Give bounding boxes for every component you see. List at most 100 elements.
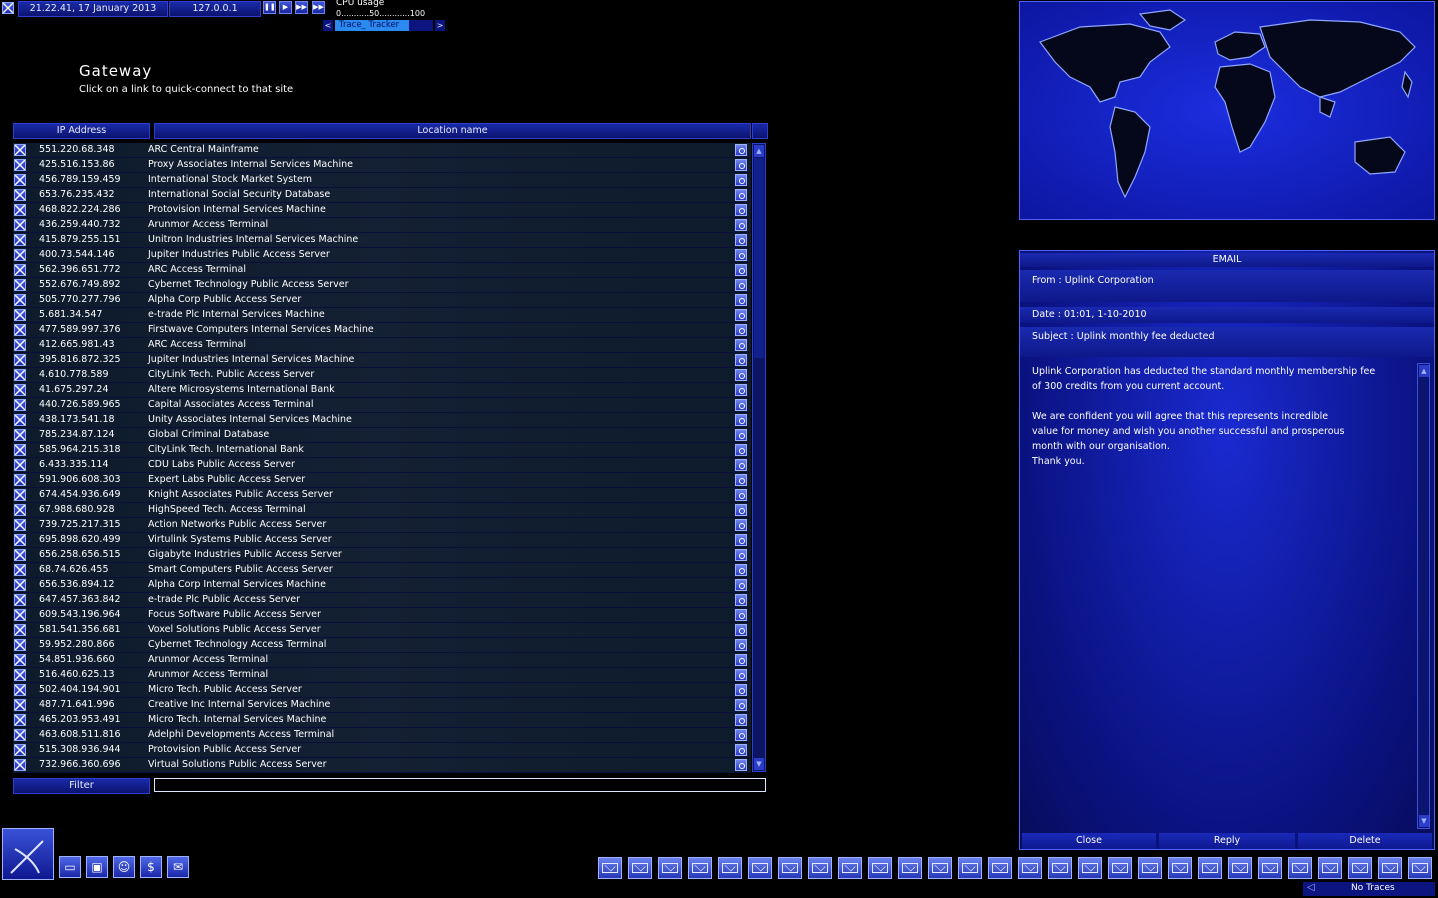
gateway-row[interactable]: 516.460.625.13 Arunmor Access Terminal <box>13 668 751 683</box>
message-icon[interactable] <box>1378 857 1402 879</box>
email-close-button[interactable]: Close <box>1022 833 1156 849</box>
delete-link-icon[interactable] <box>14 429 26 441</box>
gateway-row[interactable]: 785.234.87.124 Global Criminal Database <box>13 428 751 443</box>
row-ip[interactable]: 468.822.224.286 <box>39 204 121 215</box>
gateway-row[interactable]: 5.681.34.547 e-trade Plc Internal Service… <box>13 308 751 323</box>
row-location[interactable]: Virtulink Systems Public Access Server <box>148 534 332 545</box>
gateway-row[interactable]: 477.589.997.376 Firstwave Computers Inter… <box>13 323 751 338</box>
gateway-row[interactable]: 436.259.440.732 Arunmor Access Terminal <box>13 218 751 233</box>
row-ip[interactable]: 440.726.589.965 <box>39 399 121 410</box>
row-location[interactable]: Jupiter Industries Internal Services Mac… <box>148 354 354 365</box>
world-map[interactable] <box>1019 1 1435 220</box>
row-location[interactable]: Arunmor Access Terminal <box>148 219 268 230</box>
row-ip[interactable]: 695.898.620.499 <box>39 534 121 545</box>
row-location[interactable]: e-trade Plc Public Access Server <box>148 594 300 605</box>
delete-link-icon[interactable] <box>14 369 26 381</box>
scrollbar-thumb[interactable] <box>754 158 764 358</box>
column-header-location[interactable]: Location name <box>154 123 751 139</box>
email-scroll-down-icon[interactable]: ▼ <box>1419 815 1429 827</box>
delete-link-icon[interactable] <box>14 654 26 666</box>
message-icon[interactable] <box>1228 857 1252 879</box>
row-ip[interactable]: 591.906.608.303 <box>39 474 121 485</box>
delete-link-icon[interactable] <box>14 444 26 456</box>
row-ip[interactable]: 515.308.936.944 <box>39 744 121 755</box>
row-location[interactable]: Virtual Solutions Public Access Server <box>148 759 327 770</box>
gateway-row[interactable]: 739.725.217.315 Action Networks Public Ac… <box>13 518 751 533</box>
gateway-row[interactable]: 515.308.936.944 Protovision Public Access… <box>13 743 751 758</box>
trace-tracker-label[interactable]: Trace_ Tracker <box>335 20 411 31</box>
gateway-row[interactable]: 581.541.356.681 Voxel Solutions Public Ac… <box>13 623 751 638</box>
delete-link-icon[interactable] <box>14 189 26 201</box>
message-icon[interactable] <box>1288 857 1312 879</box>
row-ip[interactable]: 425.516.153.86 <box>39 159 115 170</box>
row-ip[interactable]: 505.770.277.796 <box>39 294 121 305</box>
row-location[interactable]: Arunmor Access Terminal <box>148 669 268 680</box>
gateway-row[interactable]: 551.220.68.348 ARC Central Mainframe <box>13 143 751 158</box>
gateway-row[interactable]: 562.396.651.772 ARC Access Terminal <box>13 263 751 278</box>
row-ip[interactable]: 487.71.641.996 <box>39 699 115 710</box>
row-location[interactable]: Voxel Solutions Public Access Server <box>148 624 321 635</box>
row-location[interactable]: International Stock Market System <box>148 174 312 185</box>
gateway-row[interactable]: 415.879.255.151 Unitron Industries Intern… <box>13 233 751 248</box>
message-icon[interactable] <box>598 857 622 879</box>
gateway-row[interactable]: 438.173.541.18 Unity Associates Internal … <box>13 413 751 428</box>
delete-link-icon[interactable] <box>14 594 26 606</box>
connect-icon[interactable] <box>735 369 747 381</box>
tracker-next-button[interactable]: > <box>435 20 445 31</box>
scroll-up-icon[interactable]: ▲ <box>754 145 764 157</box>
row-ip[interactable]: 551.220.68.348 <box>39 144 115 155</box>
row-location[interactable]: Action Networks Public Access Server <box>148 519 326 530</box>
connect-icon[interactable] <box>735 279 747 291</box>
gateway-row[interactable]: 656.258.656.515 Gigabyte Industries Publi… <box>13 548 751 563</box>
connect-icon[interactable] <box>735 204 747 216</box>
connect-icon[interactable] <box>735 759 747 771</box>
gateway-row[interactable]: 4.610.778.589 CityLink Tech. Public Acces… <box>13 368 751 383</box>
gateway-row[interactable]: 585.964.215.318 CityLink Tech. Internatio… <box>13 443 751 458</box>
gateway-row[interactable]: 552.676.749.892 Cybernet Technology Publi… <box>13 278 751 293</box>
connect-icon[interactable] <box>735 684 747 696</box>
connect-icon[interactable] <box>735 249 747 261</box>
message-icon[interactable] <box>778 857 802 879</box>
row-ip[interactable]: 585.964.215.318 <box>39 444 121 455</box>
message-icon[interactable] <box>868 857 892 879</box>
connect-icon[interactable] <box>735 399 747 411</box>
gateway-row[interactable]: 59.952.280.866 Cybernet Technology Access… <box>13 638 751 653</box>
tracker-prev-button[interactable]: < <box>323 20 333 31</box>
row-ip[interactable]: 436.259.440.732 <box>39 219 121 230</box>
connect-icon[interactable] <box>735 459 747 471</box>
row-location[interactable]: Unitron Industries Internal Services Mac… <box>148 234 358 245</box>
connect-icon[interactable] <box>735 729 747 741</box>
delete-link-icon[interactable] <box>14 279 26 291</box>
gateway-row[interactable]: 425.516.153.86 Proxy Associates Internal … <box>13 158 751 173</box>
row-ip[interactable]: 785.234.87.124 <box>39 429 115 440</box>
email-scroll-up-icon[interactable]: ▲ <box>1419 365 1429 377</box>
row-location[interactable]: Gigabyte Industries Public Access Server <box>148 549 342 560</box>
delete-link-icon[interactable] <box>14 414 26 426</box>
delete-link-icon[interactable] <box>14 234 26 246</box>
save-icon[interactable]: ▣ <box>86 856 108 878</box>
row-ip[interactable]: 438.173.541.18 <box>39 414 115 425</box>
row-ip[interactable]: 732.966.360.696 <box>39 759 121 770</box>
message-icon[interactable] <box>1408 857 1432 879</box>
message-icon[interactable] <box>838 857 862 879</box>
gateway-row[interactable]: 465.203.953.491 Micro Tech. Internal Serv… <box>13 713 751 728</box>
message-icon[interactable] <box>808 857 832 879</box>
row-ip[interactable]: 395.816.872.325 <box>39 354 121 365</box>
connect-icon[interactable] <box>735 594 747 606</box>
row-ip[interactable]: 5.681.34.547 <box>39 309 102 320</box>
delete-link-icon[interactable] <box>14 159 26 171</box>
delete-link-icon[interactable] <box>14 759 26 771</box>
filter-input[interactable] <box>154 778 766 792</box>
gateway-row[interactable]: 468.822.224.286 Protovision Internal Serv… <box>13 203 751 218</box>
message-icon[interactable] <box>1198 857 1222 879</box>
message-icon[interactable] <box>688 857 712 879</box>
message-icon[interactable] <box>748 857 772 879</box>
row-ip[interactable]: 562.396.651.772 <box>39 264 121 275</box>
connect-icon[interactable] <box>735 744 747 756</box>
exit-icon[interactable] <box>2 2 14 14</box>
gateway-row[interactable]: 695.898.620.499 Virtulink Systems Public … <box>13 533 751 548</box>
delete-link-icon[interactable] <box>14 534 26 546</box>
row-location[interactable]: Expert Labs Public Access Server <box>148 474 305 485</box>
delete-link-icon[interactable] <box>14 399 26 411</box>
gateway-row[interactable]: 591.906.608.303 Expert Labs Public Access… <box>13 473 751 488</box>
